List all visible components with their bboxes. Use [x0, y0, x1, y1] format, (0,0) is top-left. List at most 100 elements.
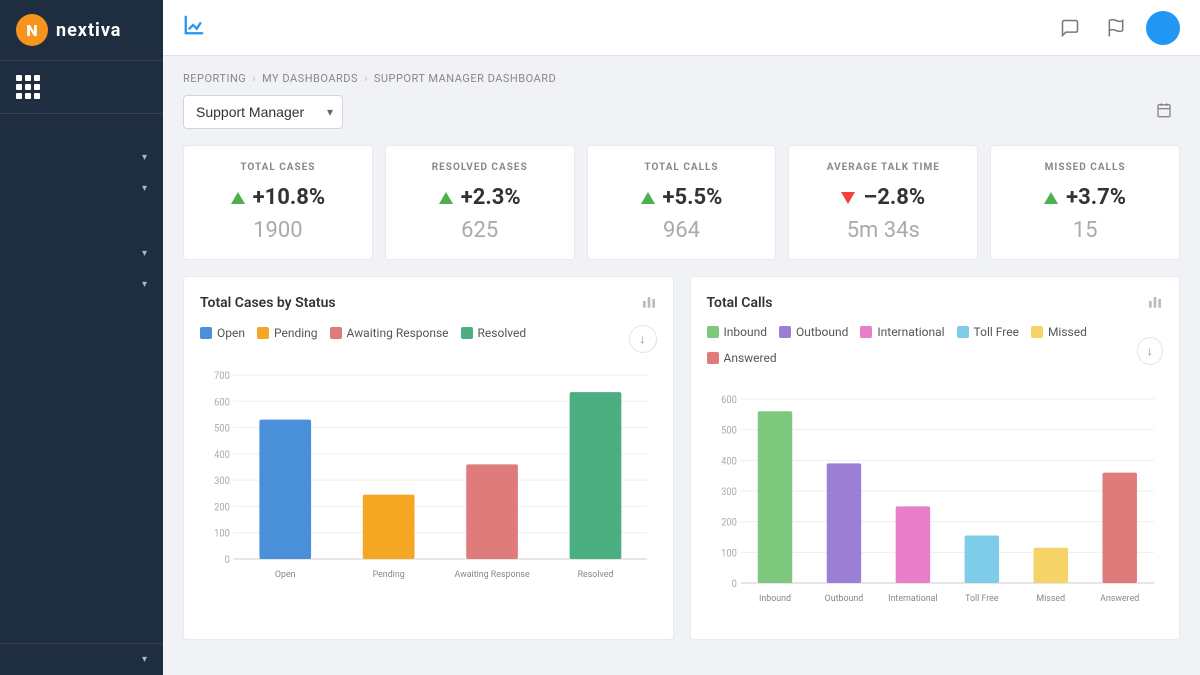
legend-color: [957, 326, 969, 338]
legend-item: Outbound: [779, 325, 848, 339]
sidebar-item-settings[interactable]: ▾: [0, 644, 163, 675]
breadcrumb-sep: ›: [364, 72, 368, 85]
kpi-card: MISSED CALLS +3.7% 15: [990, 145, 1180, 260]
breadcrumb-support-manager: SUPPORT MANAGER DASHBOARD: [374, 72, 556, 85]
topbar: [163, 0, 1200, 56]
breadcrumb: REPORTING › MY DASHBOARDS › SUPPORT MANA…: [183, 72, 1180, 85]
kpi-value: 1900: [200, 218, 356, 243]
date-range-picker[interactable]: [1156, 102, 1180, 122]
breadcrumb-my-dashboards[interactable]: MY DASHBOARDS: [262, 72, 358, 85]
kpi-label: TOTAL CASES: [200, 162, 356, 173]
sidebar-nav: ▾ ▾ ▾ ▾: [0, 114, 163, 643]
kpi-change: +2.3%: [461, 185, 521, 210]
sidebar-item-chat[interactable]: [0, 300, 163, 320]
svg-text:100: 100: [214, 528, 230, 539]
sidebar-item-keyword-analysis[interactable]: [0, 204, 163, 224]
sidebar-logo: N nextiva: [0, 0, 163, 61]
kpi-card: TOTAL CALLS +5.5% 964: [587, 145, 777, 260]
product-reporting-section-label: [0, 224, 163, 238]
sidebar-item-service-crm[interactable]: ▾: [0, 238, 163, 269]
sidebar-item-voice[interactable]: ▾: [0, 269, 163, 300]
chart-title: Total Cases by Status: [200, 295, 336, 311]
chat-icon[interactable]: [1054, 12, 1086, 44]
legend-item: Awaiting Response: [330, 326, 449, 340]
logo-text: nextiva: [56, 20, 121, 41]
kpi-change-row: +5.5%: [604, 185, 760, 210]
svg-text:400: 400: [214, 450, 230, 461]
kpi-label: RESOLVED CASES: [402, 162, 558, 173]
legend-label: International: [877, 325, 944, 339]
svg-text:600: 600: [721, 395, 737, 406]
legend-label: Pending: [274, 326, 318, 340]
chart-legend: Open Pending Awaiting Response Resolved: [200, 326, 526, 340]
svg-text:700: 700: [214, 371, 230, 382]
chevron-down-icon: ▾: [142, 183, 147, 194]
legend-label: Awaiting Response: [347, 326, 449, 340]
legend-item: Missed: [1031, 325, 1087, 339]
svg-text:Pending: Pending: [373, 569, 405, 580]
analytics-icon: [183, 14, 205, 41]
sidebar-bottom: ▾: [0, 643, 163, 675]
legend-label: Toll Free: [974, 325, 1019, 339]
legend-item: International: [860, 325, 944, 339]
sidebar-item-my-dashboards[interactable]: [0, 122, 163, 142]
main-content: REPORTING › MY DASHBOARDS › SUPPORT MANA…: [163, 0, 1200, 675]
svg-text:500: 500: [214, 423, 230, 434]
legend-label: Answered: [724, 351, 777, 365]
svg-text:Missed: Missed: [1036, 593, 1065, 604]
legend-color: [200, 327, 212, 339]
legend-label: Resolved: [478, 326, 527, 340]
legend-color: [461, 327, 473, 339]
kpi-change: +10.8%: [253, 185, 326, 210]
topbar-right: [1054, 11, 1180, 45]
svg-text:400: 400: [721, 456, 737, 467]
sidebar-item-user-activity[interactable]: ▾: [0, 142, 163, 173]
svg-text:0: 0: [225, 555, 230, 566]
kpi-card: TOTAL CASES +10.8% 1900: [183, 145, 373, 260]
bar-chart-icon: [641, 293, 657, 313]
charts-row: Total Cases by Status Open Pending Awaitin…: [183, 276, 1180, 640]
sidebar-item-applications[interactable]: [0, 61, 163, 114]
dashboard-dropdown-wrapper[interactable]: Support Manager ▾: [183, 95, 343, 129]
kpi-value: 5m 34s: [805, 218, 961, 243]
kpi-label: MISSED CALLS: [1007, 162, 1163, 173]
svg-text:100: 100: [721, 548, 737, 559]
kpi-value: 964: [604, 218, 760, 243]
legend-item: Answered: [707, 351, 777, 365]
breadcrumb-reporting[interactable]: REPORTING: [183, 72, 246, 85]
chevron-down-icon: ▾: [142, 654, 147, 665]
legend-item: Open: [200, 326, 245, 340]
arrow-down-icon: [841, 192, 855, 204]
content-area: REPORTING › MY DASHBOARDS › SUPPORT MANA…: [163, 56, 1200, 675]
sidebar-item-marketing[interactable]: [0, 340, 163, 360]
legend-color: [1031, 326, 1043, 338]
legend-item: Resolved: [461, 326, 527, 340]
kpi-change: +5.5%: [663, 185, 723, 210]
flag-icon[interactable]: [1100, 12, 1132, 44]
sidebar-item-reporting[interactable]: ▾: [0, 173, 163, 204]
svg-text:Answered: Answered: [1100, 593, 1139, 604]
download-button[interactable]: ↓: [1137, 337, 1163, 365]
dashboard-select[interactable]: Support Manager: [183, 95, 343, 129]
total-cases-chart: Total Cases by Status Open Pending Awaitin…: [183, 276, 674, 640]
svg-text:International: International: [888, 593, 937, 604]
chevron-down-icon: ▾: [142, 152, 147, 163]
svg-text:Outbound: Outbound: [824, 593, 863, 604]
legend-item: Toll Free: [957, 325, 1019, 339]
breadcrumb-sep: ›: [252, 72, 256, 85]
legend-item: Pending: [257, 326, 318, 340]
legend-color: [860, 326, 872, 338]
kpi-change-row: +2.3%: [402, 185, 558, 210]
svg-text:Toll Free: Toll Free: [965, 593, 999, 604]
total-calls-chart: Total Calls InboundOutboundInternational…: [690, 276, 1181, 640]
download-button[interactable]: ↓: [629, 325, 657, 353]
kpi-change-row: –2.8%: [805, 185, 961, 210]
chevron-down-icon: ▾: [142, 248, 147, 259]
arrow-up-icon: [231, 192, 245, 204]
arrow-up-icon: [641, 192, 655, 204]
kpi-card: AVERAGE TALK TIME –2.8% 5m 34s: [788, 145, 978, 260]
avatar[interactable]: [1146, 11, 1180, 45]
sidebar-item-surveys[interactable]: [0, 320, 163, 340]
topbar-left: [183, 14, 215, 41]
legend-color: [707, 352, 719, 364]
